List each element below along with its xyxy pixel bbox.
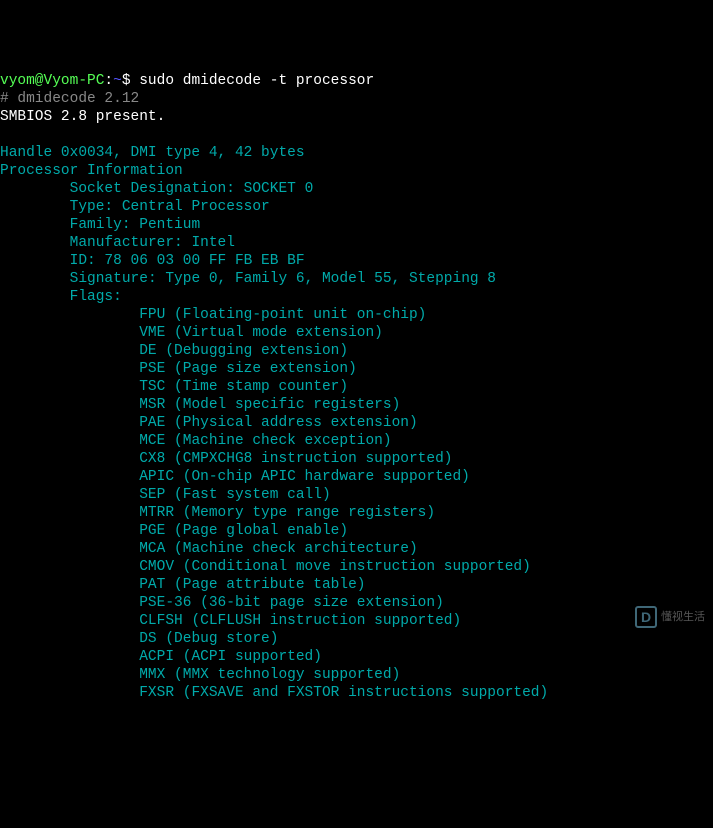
watermark: D 懂视生活 [635,606,705,628]
flag-item: DE (Debugging extension) [139,343,348,359]
field-flags-label: Flags: [70,289,122,305]
flag-item: PGE (Page global enable) [139,523,348,539]
field-type: Type: Central Processor [70,199,270,215]
flag-item: SEP (Fast system call) [139,487,330,503]
section-title: Processor Information [0,163,183,179]
flag-item: FPU (Floating-point unit on-chip) [139,307,426,323]
handle-line: Handle 0x0034, DMI type 4, 42 bytes [0,145,305,161]
dmidecode-version: # dmidecode 2.12 [0,91,139,107]
flag-item: FXSR (FXSAVE and FXSTOR instructions sup… [139,685,548,701]
flag-item: MCE (Machine check exception) [139,433,391,449]
prompt-user-host: vyom@Vyom-PC [0,73,104,89]
flag-item: MCA (Machine check architecture) [139,541,417,557]
flag-item: CLFSH (CLFLUSH instruction supported) [139,613,461,629]
flag-item: CX8 (CMPXCHG8 instruction supported) [139,451,452,467]
smbios-line: SMBIOS 2.8 present. [0,109,165,125]
flag-item: PAT (Page attribute table) [139,577,365,593]
terminal-output: vyom@Vyom-PC:~$ sudo dmidecode -t proces… [0,72,713,702]
flag-item: PSE-36 (36-bit page size extension) [139,595,444,611]
field-family: Family: Pentium [70,217,201,233]
flag-item: PAE (Physical address extension) [139,415,417,431]
flag-item: MSR (Model specific registers) [139,397,400,413]
command-text: sudo dmidecode -t processor [139,73,374,89]
watermark-icon: D [635,606,657,628]
field-id: ID: 78 06 03 00 FF FB EB BF [70,253,305,269]
field-manufacturer: Manufacturer: Intel [70,235,235,251]
prompt-separator: : [104,73,113,89]
flag-item: APIC (On-chip APIC hardware supported) [139,469,470,485]
flag-item: TSC (Time stamp counter) [139,379,348,395]
flag-item: MMX (MMX technology supported) [139,667,400,683]
watermark-text: 懂视生活 [661,608,705,626]
flag-item: DS (Debug store) [139,631,278,647]
flag-item: ACPI (ACPI supported) [139,649,322,665]
flag-item: VME (Virtual mode extension) [139,325,383,341]
prompt-path: ~ [113,73,122,89]
flag-item: PSE (Page size extension) [139,361,357,377]
field-socket: Socket Designation: SOCKET 0 [70,181,314,197]
flag-item: MTRR (Memory type range registers) [139,505,435,521]
field-signature: Signature: Type 0, Family 6, Model 55, S… [70,271,496,287]
flag-item: CMOV (Conditional move instruction suppo… [139,559,531,575]
prompt-suffix: $ [122,73,139,89]
